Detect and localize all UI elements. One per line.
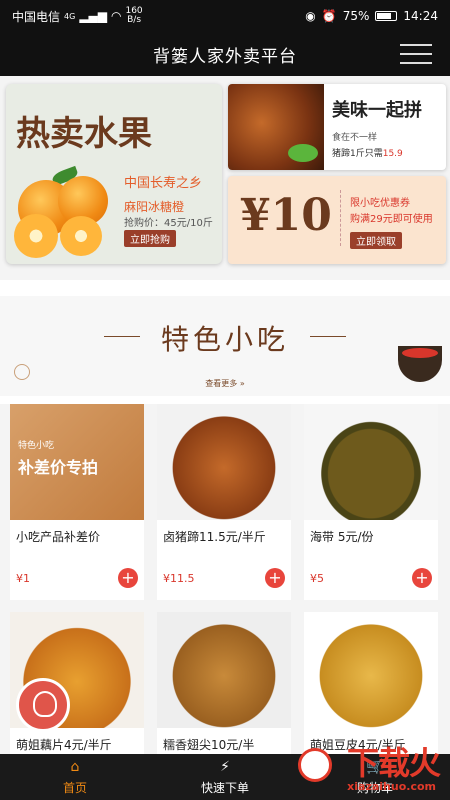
fruit-promo-card[interactable]: 热卖水果 中国长寿之乡 麻阳冰糖橙 抢购价：45元/10斤 立即抢购 (6, 84, 222, 264)
product-card[interactable]: 特色小吃 补差价专拍 小吃产品补差价 ¥1 + (10, 404, 144, 600)
view-more-link[interactable]: 查看更多 » (0, 378, 450, 389)
app-header: 背篓人家外卖平台 (0, 32, 450, 76)
coupon-card[interactable]: ¥10 限小吃优惠券 购满29元即可使用 立即领取 (228, 176, 446, 264)
nav-item-home[interactable]: ⌂ 首页 (0, 754, 150, 800)
product-card[interactable]: 卤猪蹄11.5元/半斤 ¥11.5 + (157, 404, 291, 600)
snacks-section-header: 特色小吃 查看更多 » (0, 296, 450, 396)
buy-now-button[interactable]: 立即抢购 (124, 230, 176, 247)
download-icon (298, 748, 332, 782)
speed-unit: B/s (127, 15, 142, 25)
coupon-divider (340, 190, 341, 246)
product-image (157, 404, 291, 520)
customer-service-icon[interactable] (16, 678, 70, 732)
fruit-promo-title: 热卖水果 (16, 114, 152, 154)
product-price: ¥1 (16, 572, 30, 585)
promo-banner-area: 热卖水果 中国长寿之乡 麻阳冰糖橙 抢购价：45元/10斤 立即抢购 美味一起拼… (0, 76, 450, 280)
status-bar: 中国电信 4G ▂▄▆ ◠ 160 B/s ◉ ⏰ 75% 14:24 (0, 0, 450, 32)
add-to-cart-button[interactable]: + (412, 568, 432, 588)
group-buy-price-value: 15.9 (382, 149, 403, 159)
watermark-text: 下载火 (346, 744, 441, 782)
fruit-price: 抢购价：45元/10斤 (124, 218, 213, 229)
product-image (304, 404, 438, 520)
arrow-right-icon: » (239, 379, 245, 388)
product-name: 糯香翅尖10元/半 (163, 738, 255, 752)
coupon-desc: 购满29元即可使用 (350, 214, 433, 225)
noodle-bowl-icon (398, 346, 442, 382)
carrier-label: 中国电信 (12, 9, 61, 24)
product-price: ¥5 (310, 572, 324, 585)
section-title: 特色小吃 (160, 323, 289, 356)
coupon-value: ¥10 (240, 190, 332, 241)
product-name: 卤猪蹄11.5元/半斤 (163, 530, 266, 544)
nav-item-quick-order[interactable]: ⚡ 快速下单 (150, 754, 300, 800)
group-buy-price: 猪蹄1斤只需15.9 (332, 146, 403, 159)
lightning-icon: ⚡ (220, 759, 230, 775)
product-image: 特色小吃 补差价专拍 (10, 404, 144, 520)
group-buy-price-text: 猪蹄1斤只需 (332, 149, 383, 159)
add-to-cart-button[interactable]: + (118, 568, 138, 588)
wifi-icon: ◠ (111, 9, 122, 23)
app-title: 背篓人家外卖平台 (153, 46, 297, 67)
divider-right (310, 336, 346, 337)
nav-label-home: 首页 (62, 781, 87, 795)
network-speed: 160 B/s (125, 7, 142, 25)
watermark-url: xiazaihuo.com (347, 780, 436, 793)
eye-icon: ◉ (305, 9, 316, 23)
product-name: 小吃产品补差价 (16, 530, 101, 544)
product-name: 萌姐藕片4元/半斤 (16, 738, 112, 752)
product-card[interactable]: 海带 5元/份 ¥5 + (304, 404, 438, 600)
group-buy-subtitle: 食在不一样 (332, 133, 378, 143)
battery-percent: 75% (342, 9, 370, 23)
fruit-name: 麻阳冰糖橙 (124, 200, 185, 214)
pig-trotter-image (228, 84, 324, 170)
add-to-cart-button[interactable]: + (265, 568, 285, 588)
group-buy-promo-card[interactable]: 美味一起拼 食在不一样 猪蹄1斤只需15.9 (228, 84, 446, 170)
signal-icon: ▂▄▆ (79, 9, 107, 23)
watermark-logo: 下载火 xiazaihuo.com (296, 738, 446, 796)
product-image-tag: 特色小吃 (18, 441, 55, 451)
home-icon: ⌂ (70, 759, 80, 775)
nav-label-quick-order: 快速下单 (200, 781, 249, 795)
coupon-title: 限小吃优惠券 (350, 198, 410, 209)
clock: 14:24 (403, 9, 438, 23)
product-image-text: 补差价专拍 (18, 458, 99, 477)
fruit-slogan: 中国长寿之乡 (124, 176, 203, 191)
alarm-icon: ⏰ (321, 9, 337, 23)
view-more-label: 查看更多 (205, 379, 238, 388)
product-price: ¥11.5 (163, 572, 195, 585)
network-type: 4G (64, 11, 76, 21)
product-image (304, 612, 438, 728)
product-name: 海带 5元/份 (310, 530, 374, 544)
menu-icon[interactable] (400, 44, 432, 64)
product-image (157, 612, 291, 728)
group-buy-title: 美味一起拼 (332, 100, 422, 121)
claim-coupon-button[interactable]: 立即领取 (350, 232, 402, 249)
battery-icon (375, 11, 398, 21)
